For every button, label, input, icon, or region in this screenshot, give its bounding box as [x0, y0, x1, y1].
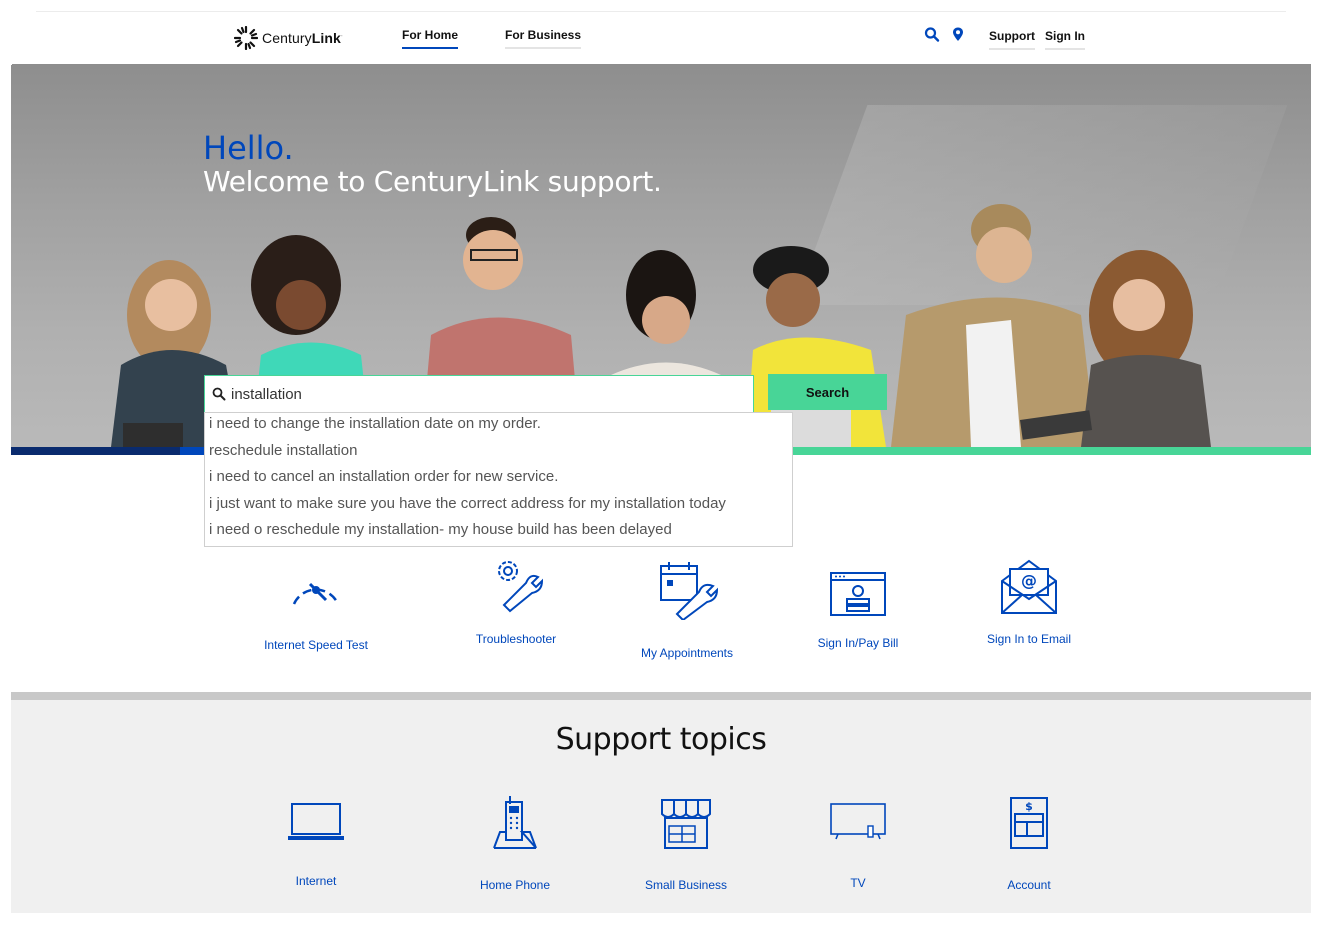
quick-link-speed-test[interactable]: Internet Speed Test [256, 560, 376, 652]
topic-tv[interactable]: TV [798, 802, 918, 890]
top-nav: CenturyLink· For Home For Business Suppo… [0, 12, 1322, 67]
topic-label: TV [850, 876, 866, 890]
search-input[interactable] [231, 385, 731, 403]
topic-label: Home Phone [479, 878, 551, 892]
nav-for-home[interactable]: For Home [402, 28, 459, 49]
cordless-phone-icon [493, 796, 537, 849]
centurylink-burst-icon [234, 26, 258, 50]
calendar-wrench-icon [660, 562, 719, 620]
support-topics-title: Support topics [555, 722, 767, 757]
hero-accent-navy [11, 447, 206, 455]
hero-welcome: Welcome to CenturyLink support. [203, 165, 662, 198]
suggestion-item[interactable]: i just want to make sure you have the co… [205, 494, 792, 521]
hero-greeting: Hello. [203, 129, 294, 167]
laptop-icon [288, 803, 344, 840]
location-pin-icon[interactable] [950, 26, 966, 44]
topic-internet[interactable]: Internet [256, 800, 376, 888]
suggestion-item[interactable]: reschedule installation [205, 441, 792, 468]
topic-home-phone[interactable]: Home Phone [455, 794, 575, 892]
suggestion-item[interactable]: i need to change the installation date o… [205, 414, 792, 441]
topic-label: Small Business [644, 878, 728, 892]
quick-link-sign-in-pay-bill[interactable]: Sign In/Pay Bill [798, 571, 918, 650]
tv-icon [830, 803, 886, 840]
quick-link-email[interactable]: @ Sign In to Email [969, 559, 1089, 646]
logo-wordmark: CenturyLink· [262, 30, 344, 46]
nav-for-business[interactable]: For Business [505, 28, 582, 49]
topic-small-business[interactable]: Small Business [626, 796, 746, 892]
search-suggestions: i need to change the installation date o… [204, 412, 793, 547]
email-envelope-icon: @ [1001, 559, 1057, 614]
quick-link-troubleshooter[interactable]: Troubleshooter [456, 555, 576, 646]
centurylink-logo[interactable]: CenturyLink· [234, 26, 343, 50]
quick-link-label: Internet Speed Test [264, 638, 368, 652]
nav-support[interactable]: Support [989, 29, 1035, 50]
topic-label: Internet [295, 874, 337, 888]
search-button[interactable]: Search [768, 374, 887, 410]
quick-links: Internet Speed Test Troubleshooter My Ap… [0, 555, 1322, 675]
quick-link-appointments[interactable]: My Appointments [627, 558, 747, 660]
quick-link-label: Sign In to Email [986, 632, 1072, 646]
quick-link-label: My Appointments [640, 646, 734, 660]
account-screen-icon [830, 572, 886, 616]
quick-link-label: Sign In/Pay Bill [817, 636, 899, 650]
nav-sign-in[interactable]: Sign In [1045, 29, 1085, 50]
svg-text:@: @ [1021, 571, 1037, 590]
support-topics: Support topics Internet Home Phone Small… [11, 700, 1311, 913]
search-field-icon [212, 387, 226, 401]
gear-wrench-icon [498, 561, 544, 613]
quick-link-label: Troubleshooter [475, 632, 557, 646]
search-box [204, 375, 754, 413]
search-icon[interactable] [924, 26, 940, 44]
page: CenturyLink· For Home For Business Suppo… [0, 0, 1322, 947]
speedometer-icon [292, 582, 340, 605]
topic-label: Account [1007, 878, 1051, 892]
section-divider [11, 692, 1311, 700]
storefront-icon [661, 799, 711, 849]
svg-text:$: $ [1025, 800, 1033, 813]
hero-accent-green [792, 447, 1311, 455]
bill-account-icon: $ [1010, 797, 1048, 849]
topic-account[interactable]: $ Account [969, 796, 1089, 892]
suggestion-item[interactable]: i need o reschedule my installation- my … [205, 520, 792, 547]
suggestion-item[interactable]: i need to cancel an installation order f… [205, 467, 792, 494]
